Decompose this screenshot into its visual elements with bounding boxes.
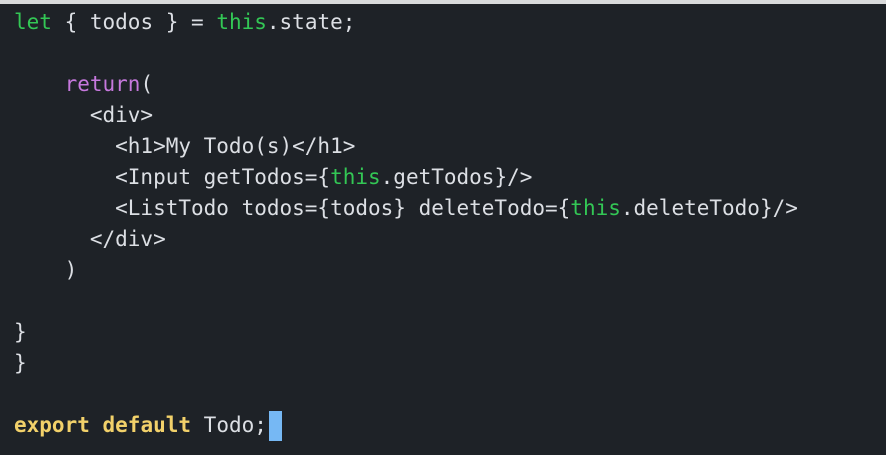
code-keyword: this (570, 196, 621, 220)
code-text: .deleteTodo}/> (620, 196, 798, 220)
code-keyword: this (330, 165, 381, 189)
code-line[interactable]: return( (14, 69, 886, 100)
code-line[interactable]: } (14, 317, 886, 348)
code-text: <h1>My Todo(s)</h1> (14, 134, 356, 158)
code-line[interactable]: ) (14, 255, 886, 286)
code-line[interactable]: <Input getTodos={this.getTodos}/> (14, 162, 886, 193)
code-line[interactable]: <h1>My Todo(s)</h1> (14, 131, 886, 162)
code-text: { todos } = (51, 10, 217, 34)
code-line[interactable]: let { todos } = this.state; (14, 7, 886, 38)
code-text: <Input getTodos={ (14, 165, 331, 189)
code-text: <div> (14, 103, 154, 127)
code-line[interactable] (14, 379, 886, 410)
code-text: </div> (14, 227, 166, 251)
code-text: .state; (266, 10, 356, 34)
code-keyword: default (102, 413, 192, 437)
code-editor[interactable]: let { todos } = this.state; return( <div… (0, 0, 886, 455)
code-keyword: this (216, 10, 267, 34)
code-text: } (14, 320, 27, 344)
code-line[interactable]: export default Todo; (14, 410, 886, 441)
code-area[interactable]: let { todos } = this.state; return( <div… (14, 7, 886, 455)
code-text: <ListTodo todos={todos} deleteTodo={ (14, 196, 571, 220)
code-keyword: export (14, 413, 90, 437)
code-text: Todo; (191, 413, 267, 437)
code-line[interactable]: } (14, 348, 886, 379)
code-line[interactable] (14, 38, 886, 69)
code-line[interactable] (14, 286, 886, 317)
code-line[interactable]: </div> (14, 224, 886, 255)
code-line[interactable]: <div> (14, 100, 886, 131)
code-line[interactable]: <ListTodo todos={todos} deleteTodo={this… (14, 193, 886, 224)
code-keyword: return (64, 72, 141, 96)
code-text: .getTodos}/> (380, 165, 533, 189)
code-text: ) (14, 258, 78, 282)
code-text: ( (140, 72, 154, 96)
text-cursor (268, 411, 282, 441)
code-keyword: let (14, 10, 52, 34)
code-text: } (14, 351, 27, 375)
